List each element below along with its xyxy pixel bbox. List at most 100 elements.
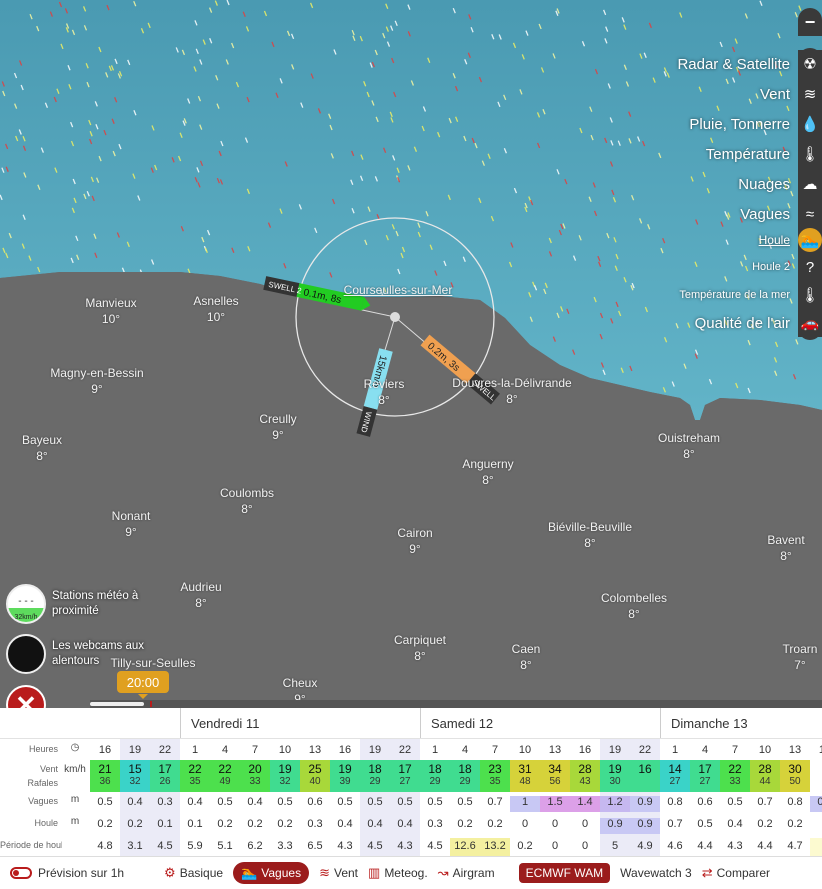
place-label[interactable]: Manvieux 10° <box>85 295 136 327</box>
place-label[interactable]: Caen 8° <box>512 641 541 673</box>
tab-meteog[interactable]: ▥ Meteog. <box>368 862 428 884</box>
day-header[interactable]: Vendredi 11 <box>180 708 420 738</box>
place-label[interactable]: Cairon 9° <box>397 525 432 557</box>
menu-item-temp-rature-de-la-mer[interactable]: Température de la mer 🌡 <box>679 281 822 309</box>
stations-widget[interactable]: - - - 32km/h Stations météo à proximité <box>6 584 152 624</box>
wave-height-cell: 0.5 <box>427 796 443 808</box>
place-label[interactable]: Nonant 9° <box>112 508 151 540</box>
row-label-gusts: Rafales <box>27 778 58 788</box>
hour-cell: 7 <box>491 744 499 756</box>
model-wavewatch-3[interactable]: Wavewatch 3 <box>620 863 692 883</box>
menu-item-houle-2[interactable]: Houle 2? <box>752 253 822 281</box>
compare-button[interactable]: ⇄ Comparer <box>702 865 770 881</box>
place-label[interactable]: Reviers 8° <box>364 376 405 408</box>
swimmer-icon: 🏊 <box>241 865 258 880</box>
forecast-1h-toggle[interactable]: Prévision sur 1h <box>10 866 124 880</box>
menu-item-temp-rature[interactable]: Température 🌡 <box>706 140 822 168</box>
menu-item-houle[interactable]: Houle 🏊 <box>759 226 822 254</box>
unit-wind[interactable]: km/h <box>62 764 88 775</box>
menu-item-pluie-tonnerre[interactable]: Pluie, Tonnerre 💧 <box>689 110 822 138</box>
toggle-icon[interactable] <box>10 867 32 879</box>
wind-cell: 34 56 <box>540 760 570 792</box>
day-header[interactable]: Samedi 12 <box>420 708 660 738</box>
place-label[interactable]: Ouistreham 8° <box>658 430 720 462</box>
place-temperature: 10° <box>101 312 121 326</box>
tab-basique[interactable]: ⚙ Basique <box>164 862 223 884</box>
place-name: Troarn <box>782 642 818 656</box>
wave-height-cell: 0.9 <box>810 796 822 812</box>
menu-item-label: Radar & Satellite <box>677 55 790 73</box>
row-label-wind: Vent <box>39 764 58 774</box>
place-label[interactable]: Bavent 8° <box>767 532 804 564</box>
place-label[interactable]: Douvres-la-Délivrande 8° <box>452 375 571 407</box>
tab-label: Vent <box>333 866 359 880</box>
gust-value: 30 <box>609 776 621 787</box>
tab-vagues[interactable]: 🏊 Vagues <box>233 862 310 884</box>
place-name: Caen <box>511 642 541 656</box>
timeline-bar[interactable] <box>90 700 822 708</box>
menu-item-label: Température de la mer <box>679 289 790 301</box>
swell-period-cell: 4.5 <box>157 840 173 852</box>
wind-cell: 22 35 <box>180 760 210 792</box>
place-name: Biéville-Beuville <box>547 520 633 534</box>
webcams-widget[interactable]: Les webcams aux alentours <box>6 634 152 674</box>
wave-height-cell: 0.8 <box>667 796 683 808</box>
menu-item-qualit-de-l-air[interactable]: Qualité de l'air 🚗 <box>695 309 822 337</box>
menu-item-nuages[interactable]: Nuages ☁ <box>738 170 822 198</box>
place-name: Ouistreham <box>657 431 721 445</box>
place-name: Creully <box>259 412 297 426</box>
gust-value: 36 <box>99 776 111 787</box>
collapse-menu-button[interactable]: − <box>798 8 822 36</box>
swell-height-cell: 0 <box>521 818 529 830</box>
place-label[interactable]: Bayeux 8° <box>22 432 62 464</box>
wind-icon: ≋ <box>798 80 822 108</box>
webcams-label: Les webcams aux alentours <box>52 640 145 667</box>
place-name: Audrieu <box>180 580 222 594</box>
wind-value: 18 <box>428 762 442 776</box>
satellite-icon: ☢ <box>798 50 822 78</box>
place-label[interactable]: Troarn 7° <box>783 641 818 673</box>
gust-value: 50 <box>789 776 801 787</box>
wave-height-cell: 0.4 <box>187 796 203 808</box>
gust-value: 56 <box>549 776 561 787</box>
place-label[interactable]: Creully 9° <box>259 411 296 443</box>
model-ecmwf-wam[interactable]: ECMWF WAM <box>518 863 611 883</box>
wave-height-cell: 0.3 <box>157 796 173 808</box>
place-label[interactable]: Magny-en-Bessin 9° <box>50 365 143 397</box>
tab-airgram[interactable]: ↝ Airgram <box>438 862 495 884</box>
time-indicator[interactable]: 20:00 <box>117 671 169 699</box>
tab-vent[interactable]: ≋ Vent <box>319 862 358 884</box>
wind-cell: 16 <box>630 760 660 792</box>
wind-value: 20 <box>248 762 262 776</box>
swell-height-cell: 0.9 <box>630 818 660 834</box>
hour-cell: 22 <box>158 744 172 756</box>
place-label[interactable]: Anguerny 8° <box>462 456 513 488</box>
swell-period-cell: 13.2 <box>480 838 510 856</box>
menu-item-vent[interactable]: Vent ≋ <box>760 80 822 108</box>
menu-item-label: Nuages <box>738 175 790 193</box>
swell-height-cell: 0.1 <box>157 818 173 830</box>
place-label[interactable]: Asnelles 10° <box>193 293 238 325</box>
swell-height-cell: 0.9 <box>600 818 630 834</box>
place-label[interactable]: Audrieu 8° <box>180 579 221 611</box>
swell-height-cell: 0.2 <box>97 818 113 830</box>
place-label[interactable]: Biéville-Beuville 8° <box>548 519 632 551</box>
place-label[interactable]: Colombelles 8° <box>601 590 667 622</box>
unit-waves[interactable]: m <box>62 794 88 805</box>
day-header[interactable]: Dimanche 13 <box>660 708 822 738</box>
menu-item-vagues[interactable]: Vagues ≈ <box>740 200 822 228</box>
place-label[interactable]: Coulombs 8° <box>220 485 274 517</box>
wind-cell <box>810 760 822 792</box>
place-label[interactable]: Carpiquet 8° <box>394 632 446 664</box>
swell-period-cell: 4.7 <box>787 840 803 852</box>
gust-value: 49 <box>219 776 231 787</box>
wind-value: 17 <box>398 762 412 776</box>
place-name: Bavent <box>767 533 805 547</box>
settings-icon: ⚙ <box>164 865 176 880</box>
swell-height-cell: 0.2 <box>277 818 293 830</box>
spot-name[interactable]: Courseulles-sur-Mer <box>344 282 453 298</box>
menu-item-radar-satellite[interactable]: Radar & Satellite ☢ <box>677 50 822 78</box>
wind-cell: 28 43 <box>570 760 600 792</box>
unit-swell[interactable]: m <box>62 816 88 827</box>
wave-height-cell: 0.7 <box>757 796 773 808</box>
